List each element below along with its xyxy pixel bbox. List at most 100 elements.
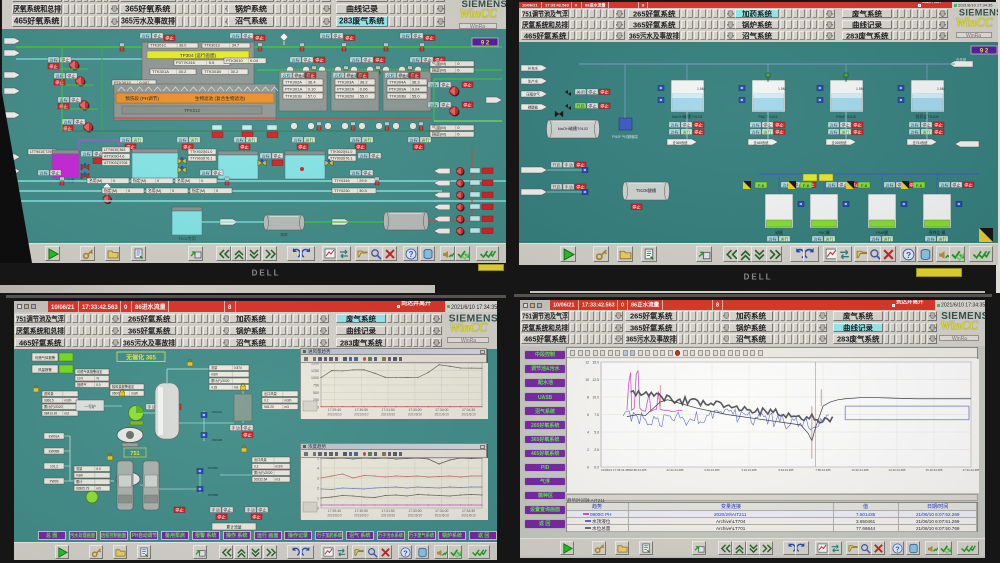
menu-slot[interactable] bbox=[395, 0, 402, 2]
menu-slot[interactable] bbox=[594, 322, 600, 332]
menu-slot[interactable] bbox=[418, 313, 425, 323]
menu-dropdown-button[interactable] bbox=[435, 3, 446, 14]
menu-slot[interactable] bbox=[608, 20, 614, 29]
menu-slot[interactable] bbox=[818, 31, 824, 40]
menu-slot[interactable] bbox=[708, 311, 715, 321]
menu-slot[interactable] bbox=[719, 31, 725, 40]
menu-slot[interactable] bbox=[393, 313, 399, 323]
db-button[interactable] bbox=[917, 246, 933, 262]
menu-slot[interactable] bbox=[389, 0, 395, 2]
alarm-message-area[interactable]: 10/06/21 17:33:42.563 0 86正水流量 8 到达井离开 bbox=[550, 300, 935, 310]
table-row[interactable]: 0900G PH 2020/29\AIT211 7.501435 21/06/10 6… bbox=[567, 511, 977, 518]
nav-button[interactable]: 操作记录 bbox=[284, 531, 313, 540]
run-button[interactable] bbox=[45, 246, 60, 261]
menu-slot[interactable] bbox=[425, 313, 431, 323]
trend-tool-icon[interactable] bbox=[318, 451, 322, 456]
menu-slot[interactable] bbox=[693, 9, 700, 18]
bell-icon[interactable] bbox=[537, 302, 542, 308]
menu-slot[interactable] bbox=[576, 20, 582, 29]
menu-slot[interactable] bbox=[209, 0, 216, 2]
menu-button[interactable]: 废气系统 bbox=[336, 0, 388, 2]
chart-button[interactable] bbox=[321, 545, 335, 559]
db-button[interactable] bbox=[906, 541, 920, 555]
menu-slot[interactable] bbox=[215, 325, 221, 335]
menu-button[interactable]: 751调节池及气浮 bbox=[521, 9, 569, 18]
menu-slot[interactable] bbox=[700, 31, 706, 40]
menu-slot[interactable] bbox=[399, 325, 406, 335]
menu-slot[interactable] bbox=[421, 16, 428, 27]
menu-slot[interactable] bbox=[177, 3, 183, 14]
menu-slot[interactable] bbox=[389, 3, 395, 14]
menu-button[interactable]: 加药系统 bbox=[228, 0, 274, 2]
menu-slot[interactable] bbox=[570, 9, 576, 18]
menu-slot[interactable] bbox=[804, 334, 811, 344]
menu-slot[interactable] bbox=[589, 20, 595, 29]
curve-tool-icon[interactable] bbox=[615, 349, 620, 356]
menu-slot[interactable] bbox=[890, 322, 896, 332]
menu-slot[interactable] bbox=[274, 325, 280, 335]
menu-slot[interactable] bbox=[918, 20, 924, 29]
menu-slot[interactable] bbox=[183, 313, 189, 323]
table-row[interactable]: 水顶液位 Archive\LT704 3.650461 21/06/10 6:07:5… bbox=[567, 518, 977, 525]
menu-slot[interactable] bbox=[706, 9, 712, 18]
menu-slot[interactable] bbox=[576, 31, 582, 40]
tag-button[interactable] bbox=[188, 246, 203, 261]
menu-slot[interactable] bbox=[693, 31, 700, 40]
trend-tool-icon[interactable] bbox=[323, 451, 327, 456]
trend-close-icon[interactable] bbox=[480, 349, 485, 354]
menu-slot[interactable] bbox=[312, 337, 318, 347]
menu-button[interactable]: 加药系统 bbox=[735, 9, 779, 18]
menu-slot[interactable] bbox=[792, 311, 798, 321]
menu-slot[interactable] bbox=[208, 313, 215, 323]
menu-slot[interactable] bbox=[196, 16, 203, 27]
menu-slot[interactable] bbox=[299, 313, 305, 323]
menu-slot[interactable] bbox=[681, 20, 687, 29]
menu-slot[interactable] bbox=[712, 31, 719, 40]
menu-slot[interactable] bbox=[798, 311, 804, 321]
menu-slot[interactable] bbox=[899, 9, 905, 18]
menu-slot[interactable] bbox=[786, 20, 792, 29]
trend-tool-icon[interactable] bbox=[387, 356, 391, 361]
nav-prev-button[interactable] bbox=[216, 246, 231, 261]
menu-slot[interactable] bbox=[102, 3, 109, 14]
menu-slot[interactable] bbox=[183, 3, 190, 14]
menu-slot[interactable] bbox=[216, 0, 223, 2]
curve-tool-icon[interactable] bbox=[690, 349, 695, 356]
menu-slot[interactable] bbox=[78, 325, 85, 335]
menu-slot[interactable] bbox=[715, 322, 721, 332]
curve-tool-icon[interactable] bbox=[585, 349, 590, 356]
menu-slot[interactable] bbox=[607, 311, 613, 321]
menu-slot[interactable] bbox=[902, 311, 908, 321]
trend-tool-icon[interactable] bbox=[318, 356, 322, 361]
menu-slot[interactable] bbox=[921, 311, 927, 321]
menu-slot[interactable] bbox=[811, 9, 818, 18]
menu-slot[interactable] bbox=[588, 311, 594, 321]
menu-slot[interactable] bbox=[288, 0, 294, 2]
menu-button[interactable]: 365污水及事故排 bbox=[122, 337, 176, 347]
menu-slot[interactable] bbox=[798, 322, 804, 332]
menu-slot[interactable] bbox=[183, 16, 190, 27]
curve-tool-icon[interactable] bbox=[712, 349, 718, 356]
menu-slot[interactable] bbox=[702, 311, 708, 321]
menu-slot[interactable] bbox=[918, 31, 924, 40]
menu-slot[interactable] bbox=[608, 9, 614, 18]
sidebar-button[interactable]: 配水池 bbox=[524, 378, 566, 388]
report-button[interactable] bbox=[641, 246, 657, 262]
bell-icon[interactable] bbox=[31, 304, 36, 309]
menu-slot[interactable] bbox=[425, 337, 431, 347]
menu-slot[interactable] bbox=[202, 337, 208, 347]
menu-button[interactable]: 465好氧系统 bbox=[12, 16, 62, 27]
trend-tool-icon[interactable] bbox=[354, 356, 358, 361]
menu-button[interactable]: 465好氧系统 bbox=[521, 31, 569, 40]
curve-tool-icon[interactable] bbox=[667, 349, 673, 356]
help-button[interactable]: ? bbox=[900, 246, 916, 262]
nav-button[interactable]: 总 图 bbox=[38, 531, 66, 540]
menu-slot[interactable] bbox=[884, 311, 890, 321]
menu-slot[interactable] bbox=[63, 0, 69, 2]
menu-slot[interactable] bbox=[576, 322, 582, 332]
menu-slot[interactable] bbox=[700, 20, 706, 29]
menu-slot[interactable] bbox=[177, 337, 183, 347]
menu-button[interactable]: 365好氧系统 bbox=[122, 325, 176, 335]
menu-slot[interactable] bbox=[293, 313, 299, 323]
key-button[interactable] bbox=[592, 541, 606, 555]
